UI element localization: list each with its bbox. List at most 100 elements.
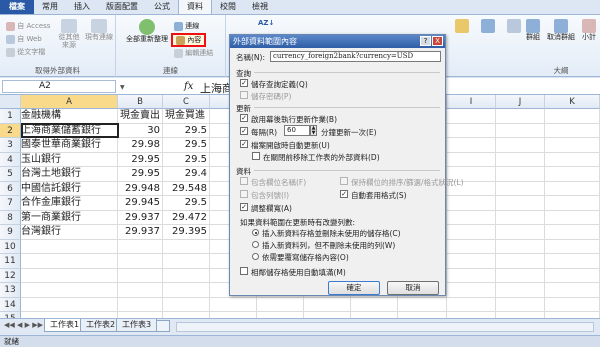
refresh-minutes-input[interactable]: 60 [284, 125, 310, 136]
table-cell[interactable]: 第一商業銀行 [21, 210, 118, 225]
table-cell[interactable] [163, 254, 210, 269]
table-cell[interactable]: 29.548 [163, 181, 210, 196]
refresh-on-open-checkbox[interactable]: ✓ [240, 140, 248, 148]
help-button[interactable]: ? [420, 36, 431, 46]
autoformat-checkbox[interactable]: ✓ [340, 190, 348, 198]
column-header[interactable]: I [447, 95, 496, 109]
table-cell[interactable]: 29.948 [118, 181, 163, 196]
table-cell[interactable]: 金融機構 [21, 109, 118, 124]
table-cell[interactable]: 29.95 [118, 167, 163, 182]
row-header[interactable]: 9 [0, 225, 21, 240]
close-button[interactable]: X [432, 36, 443, 46]
sheet-tab[interactable]: 工作表3 [116, 319, 158, 332]
row-header[interactable]: 4 [0, 152, 21, 167]
table-cell[interactable] [447, 196, 496, 211]
sort-az-icon[interactable]: AZ↓ [258, 19, 274, 27]
background-refresh-checkbox[interactable]: ✓ [240, 114, 248, 122]
table-cell[interactable] [496, 225, 545, 240]
column-header[interactable]: J [496, 95, 545, 109]
overwrite-radio[interactable] [252, 253, 259, 260]
table-cell[interactable]: 29.95 [118, 152, 163, 167]
column-header[interactable]: C [163, 95, 210, 109]
table-cell[interactable] [496, 254, 545, 269]
table-cell[interactable] [545, 196, 600, 211]
table-cell[interactable] [351, 297, 398, 312]
row-header[interactable]: 7 [0, 196, 21, 211]
table-cell[interactable] [447, 138, 496, 153]
table-cell[interactable] [447, 109, 496, 124]
properties-button[interactable]: 內容 [171, 33, 207, 47]
table-cell[interactable]: 30 [118, 123, 163, 138]
row-header[interactable]: 14 [0, 297, 21, 312]
table-cell[interactable] [496, 297, 545, 312]
ungroup-button[interactable]: 取消群組 [544, 19, 578, 41]
row-header[interactable]: 8 [0, 210, 21, 225]
table-cell[interactable]: 29.937 [118, 210, 163, 225]
table-cell[interactable] [118, 254, 163, 269]
refresh-every-checkbox[interactable]: ✓ [240, 127, 248, 135]
table-cell[interactable]: 29.395 [163, 225, 210, 240]
tab-data[interactable]: 資料 [178, 0, 212, 14]
table-cell[interactable] [496, 196, 545, 211]
remove-data-checkbox[interactable] [252, 152, 260, 160]
table-cell[interactable] [545, 268, 600, 283]
table-cell[interactable] [545, 283, 600, 298]
table-cell[interactable] [545, 138, 600, 153]
name-box[interactable]: A2 [2, 80, 116, 93]
table-cell[interactable] [21, 283, 118, 298]
table-cell[interactable] [447, 283, 496, 298]
table-cell[interactable]: 29.472 [163, 210, 210, 225]
table-cell[interactable] [545, 297, 600, 312]
select-all-corner[interactable] [0, 95, 21, 109]
table-cell[interactable] [118, 239, 163, 254]
table-cell[interactable] [496, 239, 545, 254]
table-cell[interactable] [447, 297, 496, 312]
table-cell[interactable] [545, 239, 600, 254]
save-query-checkbox[interactable]: ✓ [240, 79, 248, 87]
tab-insert[interactable]: 插入 [66, 0, 98, 14]
row-header[interactable]: 12 [0, 268, 21, 283]
table-cell[interactable]: 29.945 [118, 196, 163, 211]
from-access-button[interactable]: 自 Access [6, 21, 50, 31]
table-cell[interactable]: 現金買進 [163, 109, 210, 124]
table-cell[interactable] [21, 297, 118, 312]
sheet-nav-arrows-icon[interactable]: ◀◀ ◀ ▶ ▶▶ [4, 321, 43, 329]
include-field-names-checkbox[interactable] [240, 177, 248, 185]
table-cell[interactable] [447, 210, 496, 225]
insert-cells-radio[interactable] [252, 229, 259, 236]
tab-formulas[interactable]: 公式 [146, 0, 178, 14]
fill-down-checkbox[interactable] [240, 267, 248, 275]
table-cell[interactable]: 台灣土地銀行 [21, 167, 118, 182]
table-cell[interactable] [21, 268, 118, 283]
table-cell[interactable] [447, 254, 496, 269]
column-header[interactable]: B [118, 95, 163, 109]
subtotal-button[interactable]: 小計 [578, 19, 600, 41]
include-row-numbers-checkbox[interactable] [240, 190, 248, 198]
table-cell[interactable] [21, 239, 118, 254]
table-cell[interactable] [496, 167, 545, 182]
table-cell[interactable] [496, 109, 545, 124]
sheet-tab[interactable]: 工作表2 [80, 319, 122, 332]
table-cell[interactable] [545, 225, 600, 240]
save-password-checkbox[interactable] [240, 91, 248, 99]
table-cell[interactable] [163, 297, 210, 312]
table-cell[interactable] [545, 210, 600, 225]
table-cell[interactable] [118, 283, 163, 298]
table-cell[interactable] [21, 254, 118, 269]
table-cell[interactable] [163, 283, 210, 298]
table-cell[interactable]: 29.937 [118, 225, 163, 240]
connections-button[interactable]: 連線 [174, 21, 199, 31]
table-cell[interactable] [496, 268, 545, 283]
table-cell[interactable] [496, 138, 545, 153]
row-header[interactable]: 3 [0, 138, 21, 153]
from-text-button[interactable]: 從文字檔 [6, 47, 45, 57]
ok-button[interactable]: 確定 [328, 281, 380, 295]
table-cell[interactable] [496, 283, 545, 298]
table-cell[interactable] [496, 152, 545, 167]
fx-icon[interactable]: fx [184, 81, 193, 92]
table-cell[interactable]: 29.5 [163, 138, 210, 153]
table-cell[interactable] [496, 123, 545, 138]
sheet-tab[interactable]: 工作表1 [44, 319, 86, 332]
table-cell[interactable] [496, 181, 545, 196]
tab-page-layout[interactable]: 版面配置 [98, 0, 146, 14]
